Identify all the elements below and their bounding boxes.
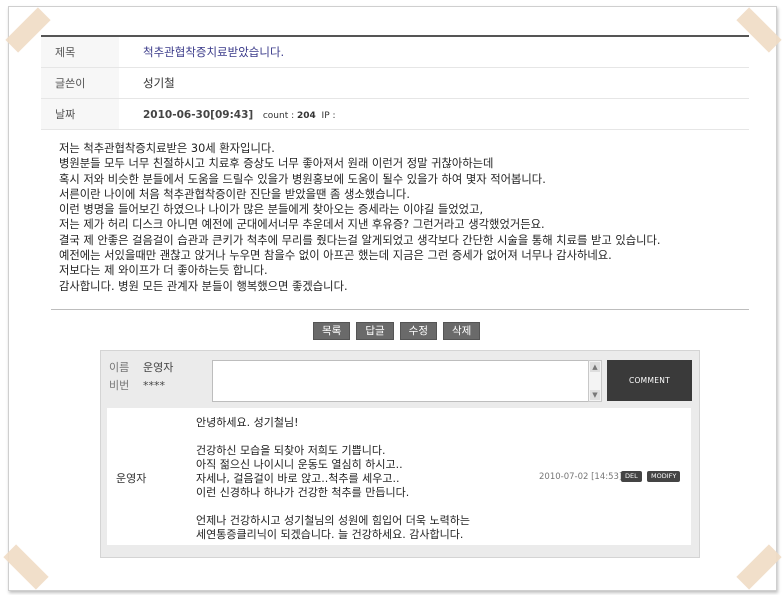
date-label: 날짜 <box>41 99 119 129</box>
comment-date: 2010-07-02 [14:53] <box>539 472 623 482</box>
tape-corner-bottom-left <box>3 544 49 590</box>
body-line: 저보다는 제 와이프가 더 좋아하는듯 합니다. <box>59 264 268 278</box>
comment-author: 운영자 <box>116 472 147 485</box>
post-date: 2010-06-30[09:43] <box>143 109 254 121</box>
post-author: 성기철 <box>143 76 175 90</box>
count-label: count : <box>262 111 295 121</box>
photo-frame: 제목 척추관협착증치료받았습니다. 글쓴이 성기철 날짜 2010-06-30[… <box>3 6 782 591</box>
body-line: 저는 척추관협착증치료받은 30세 환자입니다. <box>59 142 275 155</box>
comment-line: 세연통증클리닉이 되겠습니다. 늘 건강하세요. 감사합니다. <box>196 528 464 541</box>
comment-delete-button[interactable]: DEL <box>621 471 642 482</box>
tape-corner-bottom-right <box>736 544 782 590</box>
comment-textarea[interactable] <box>212 360 589 402</box>
post-info-table: 제목 척추관협착증치료받았습니다. 글쓴이 성기철 날짜 2010-06-30[… <box>41 35 749 130</box>
comment-line: 이런 신경하나 하나가 건강한 척추를 만듭니다. <box>196 486 410 499</box>
comment-modify-button[interactable]: MODIFY <box>647 471 681 482</box>
comment-line: 언제나 건강하시고 성기철님의 성원에 힘입어 더욱 노력하는 <box>196 514 470 527</box>
delete-button[interactable]: 삭제 <box>442 322 481 340</box>
body-divider <box>51 309 749 310</box>
comment-line: 아직 젊으신 나이시니 운동도 열심히 하시고.. <box>196 458 403 471</box>
ip-label: IP : <box>321 111 336 121</box>
body-line: 이런 병명을 들어보긴 하였으나 나이가 많은 분들에게 찾아오는 증세라는 이… <box>59 203 484 217</box>
post-subject: 척추관협착증치료받았습니다. <box>143 45 285 59</box>
post-body: 저는 척추관협착증치료받은 30세 환자입니다. 병원분들 모두 너무 친절하시… <box>59 141 719 294</box>
body-line: 저는 제가 허리 디스크 아니면 예전에 군대에서너무 추운데서 지낸 후유증?… <box>59 218 545 232</box>
comment-line <box>196 430 470 444</box>
password-label: 비번 <box>109 379 130 392</box>
body-line: 결국 제 안좋은 걸음걸이 습관과 큰키가 척추에 무리를 줬다는걸 알게되었고… <box>59 233 661 247</box>
password-row: 비번 **** <box>109 377 173 395</box>
name-row: 이름 운영자 <box>109 359 173 377</box>
name-field[interactable]: 운영자 <box>143 359 173 377</box>
list-button[interactable]: 목록 <box>313 322 351 340</box>
edit-button[interactable]: 수정 <box>399 322 437 340</box>
comment-line: 안녕하세요. 성기철님! <box>196 416 299 429</box>
textarea-scrollbar[interactable]: ▲ ▼ <box>588 360 602 402</box>
post-count: 204 <box>297 111 316 121</box>
subject-row: 제목 척추관협착증치료받았습니다. <box>41 37 749 68</box>
comment-form: 이름 운영자 비번 **** <box>109 359 173 395</box>
author-label: 글쓴이 <box>41 68 119 98</box>
scroll-up-icon[interactable]: ▲ <box>590 362 600 372</box>
password-field[interactable]: **** <box>143 377 165 395</box>
comment-submit-button[interactable]: COMMENT <box>607 360 692 401</box>
body-line: 감사합니다. 병원 모든 관계자 분들이 행복했으면 좋겠습니다. <box>59 279 348 293</box>
comment-text: 안녕하세요. 성기철님! 건강하신 모습을 되찾아 저희도 기쁩니다. 아직 젊… <box>196 416 470 542</box>
post-count-meta: count : 204 IP : <box>263 111 336 121</box>
body-line: 서른이란 나이에 처음 척추관협착증이란 진단을 받았을땐 좀 생소했습니다. <box>59 187 410 201</box>
comment-item: 운영자 안녕하세요. 성기철님! 건강하신 모습을 되찾아 저희도 기쁩니다. … <box>107 408 691 545</box>
author-row: 글쓴이 성기철 <box>41 68 749 99</box>
subject-label: 제목 <box>41 37 119 67</box>
reply-button[interactable]: 답글 <box>356 322 394 340</box>
comment-line <box>196 500 470 514</box>
scroll-down-icon[interactable]: ▼ <box>590 390 600 400</box>
comment-line: 자세나, 걸음걸이 바로 앉고..척추를 세우고.. <box>196 472 400 485</box>
body-line: 혹시 저와 비슷한 분들에서 도움을 드릴수 있을가 병원홍보에 도움이 될수 … <box>59 172 546 186</box>
comment-section: 이름 운영자 비번 **** ▲ ▼ COMMENT 운영자 안녕하세요. 성기… <box>100 350 700 558</box>
body-line: 병원분들 모두 너무 친절하시고 치료후 증상도 너무 좋아져서 원래 이런거 … <box>59 157 494 171</box>
post-actions: 목록 답글 수정 삭제 <box>313 322 481 340</box>
name-label: 이름 <box>109 361 130 374</box>
body-line: 예전에는 서있을때만 괜찮고 앉거나 누우면 참을수 없이 아프곤 했는데 지금… <box>59 249 612 263</box>
comment-line: 건강하신 모습을 되찾아 저희도 기쁩니다. <box>196 444 386 457</box>
date-row: 날짜 2010-06-30[09:43] count : 204 IP : <box>41 99 749 130</box>
